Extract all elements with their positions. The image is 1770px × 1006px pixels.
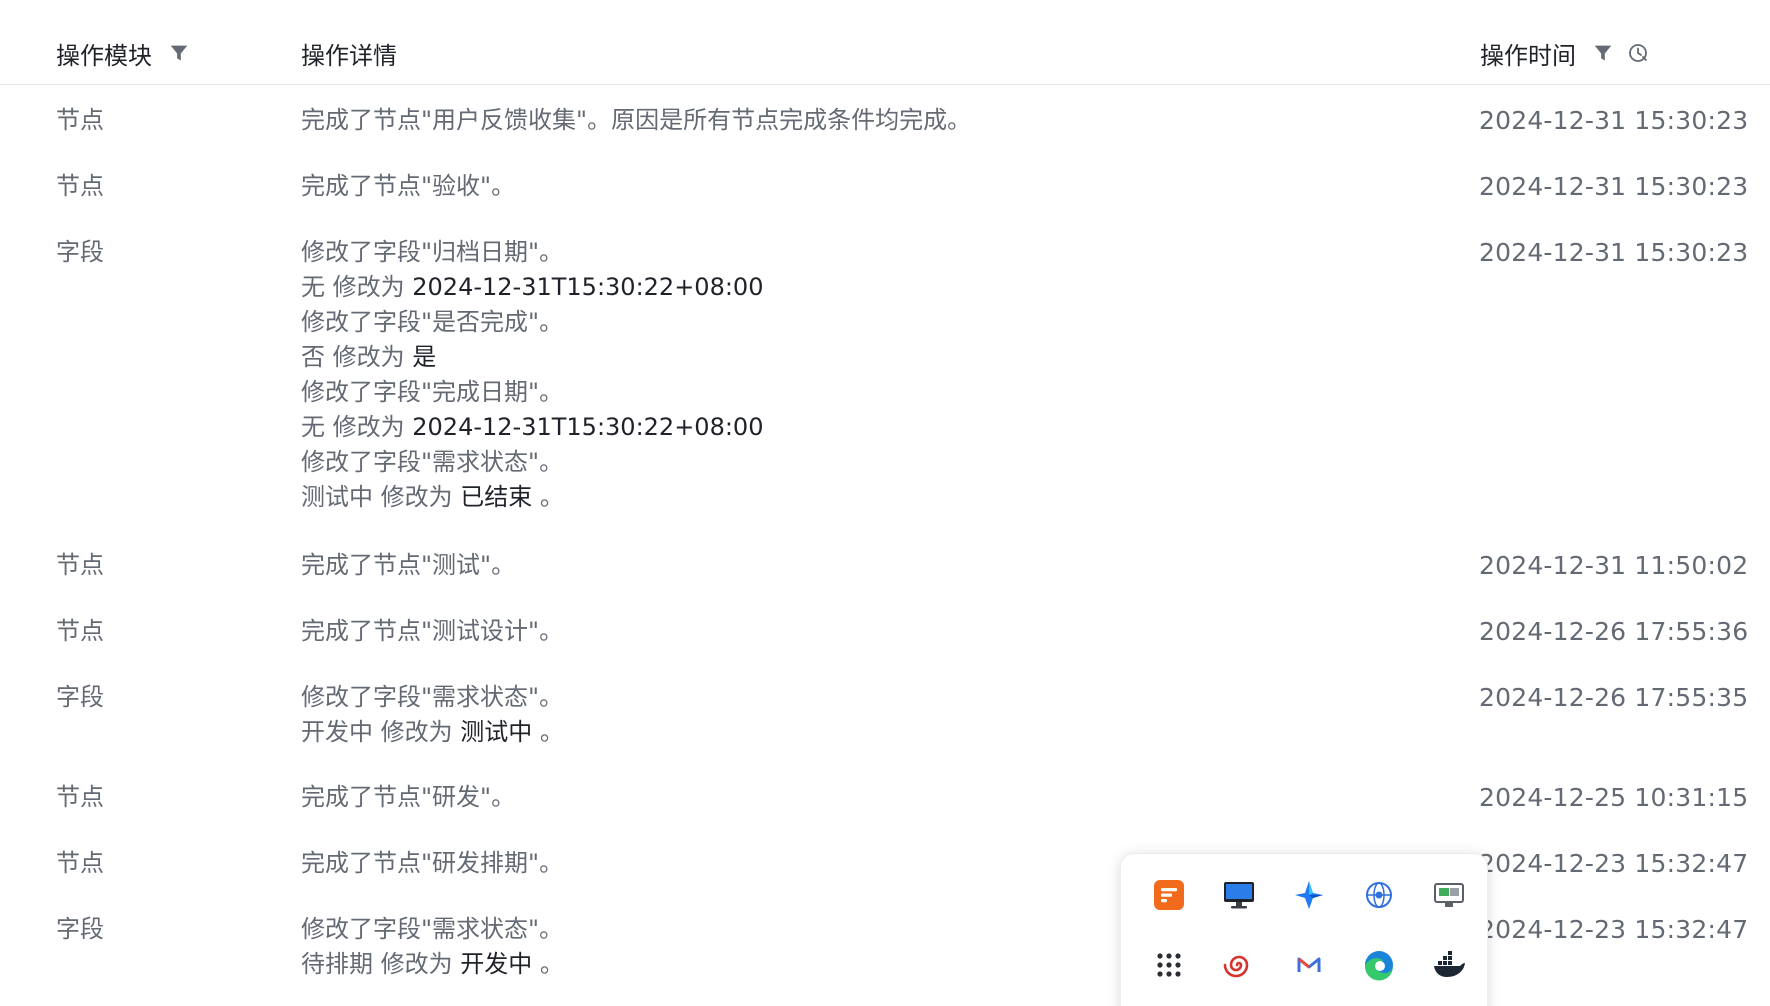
detail-line: 完成了节点"验收"。: [301, 172, 516, 200]
detail-line: 否 修改为 是: [301, 340, 763, 375]
change-to-value: 已结束: [460, 483, 533, 511]
network-globe-app-icon[interactable]: [1359, 875, 1399, 915]
monitor-app-icon[interactable]: [1219, 875, 1259, 915]
change-from-label: 否 修改为: [301, 343, 413, 371]
column-header-time-label: 操作时间: [1480, 41, 1576, 70]
column-header-module-label: 操作模块: [56, 41, 152, 70]
edge-browser-icon[interactable]: [1359, 945, 1399, 985]
blue-star-app-icon[interactable]: [1289, 875, 1329, 915]
cell-detail: 完成了节点"研发"。: [301, 780, 515, 815]
change-from-label: 测试中 修改为: [301, 483, 461, 511]
cell-time: 2024-12-26 17:55:36: [1479, 617, 1749, 646]
cell-time: 2024-12-31 15:30:23: [1479, 106, 1749, 135]
detail-line: 完成了节点"测试设计"。: [301, 617, 564, 645]
cell-time: 2024-12-23 15:32:47: [1479, 849, 1749, 878]
cell-module: 字段: [56, 683, 104, 711]
detail-line: 修改了字段"需求状态"。: [301, 683, 564, 711]
detail-line: 修改了字段"是否完成"。: [301, 308, 564, 336]
docker-icon[interactable]: [1429, 945, 1469, 985]
cell-module: 节点: [56, 551, 104, 579]
detail-line: 完成了节点"测试"。: [301, 551, 516, 579]
cell-module: 节点: [56, 172, 104, 200]
detail-line: 完成了节点"研发"。: [301, 783, 516, 811]
detail-line: 无 修改为 2024-12-31T15:30:22+08:00: [301, 270, 763, 305]
detail-line: 无 修改为 2024-12-31T15:30:22+08:00: [301, 410, 763, 445]
change-to-value: 是: [412, 343, 437, 371]
column-header-detail: 操作详情: [301, 38, 397, 70]
cell-time: 2024-12-31 15:30:23: [1479, 172, 1749, 201]
table-header: 操作模块 操作详情 操作时间: [0, 0, 1770, 85]
mail-app-icon[interactable]: [1289, 945, 1329, 985]
cell-module: 节点: [56, 783, 104, 811]
cell-time: 2024-12-31 11:50:02: [1479, 551, 1749, 580]
cell-time: 2024-12-31 15:30:23: [1479, 238, 1749, 267]
change-from-label: 无 修改为: [301, 413, 413, 441]
change-suffix: 。: [532, 718, 564, 746]
cell-module: 字段: [56, 238, 104, 266]
cell-detail: 完成了节点"用户反馈收集"。原因是所有节点完成条件均完成。: [301, 103, 971, 138]
orange-doc-app-icon[interactable]: [1149, 875, 1189, 915]
column-header-detail-label: 操作详情: [301, 41, 397, 70]
change-to-value: 2024-12-31T15:30:22+08:00: [412, 273, 764, 301]
cell-module: 节点: [56, 617, 104, 645]
change-suffix: 。: [532, 483, 564, 511]
detail-line: 完成了节点"用户反馈收集"。原因是所有节点完成条件均完成。: [301, 106, 972, 134]
change-to-value: 开发中: [460, 950, 533, 978]
detail-line: 修改了字段"需求状态"。: [301, 448, 564, 476]
cell-module: 节点: [56, 106, 104, 134]
column-header-module: 操作模块: [56, 38, 190, 70]
detail-line: 开发中 修改为 测试中 。: [301, 715, 564, 750]
detail-line: 测试中 修改为 已结束 。: [301, 480, 763, 515]
cell-time: 2024-12-25 10:31:15: [1479, 783, 1749, 812]
cell-detail: 修改了字段"需求状态"。 待排期 修改为 开发中 。: [301, 912, 564, 982]
change-to-value: 测试中: [460, 718, 533, 746]
change-from-label: 无 修改为: [301, 273, 413, 301]
operation-log-page: 操作模块 操作详情 操作时间 节点 完成了节点"用户反馈收集"。原因是所有节点完成…: [0, 0, 1770, 1006]
change-to-value: 2024-12-31T15:30:22+08:00: [412, 413, 764, 441]
cell-detail: 修改了字段"归档日期"。无 修改为 2024-12-31T15:30:22+08…: [301, 235, 763, 515]
clock-sort-icon[interactable]: [1626, 41, 1650, 65]
cell-detail: 完成了节点"测试"。: [301, 548, 515, 583]
cell-detail: 完成了节点"研发排期"。: [301, 846, 563, 881]
detail-line: 修改了字段"完成日期"。: [301, 378, 564, 406]
app-dock: [1120, 853, 1488, 1006]
app-grid-icon[interactable]: [1149, 945, 1189, 985]
cell-module: 节点: [56, 849, 104, 877]
filter-icon[interactable]: [1592, 42, 1614, 64]
column-header-time: 操作时间: [1480, 38, 1650, 70]
cell-detail: 修改了字段"需求状态"。 开发中 修改为 测试中 。: [301, 680, 564, 750]
change-from-label: 待排期 修改为: [301, 950, 461, 978]
red-spiral-app-icon[interactable]: [1219, 945, 1259, 985]
change-suffix: 。: [532, 950, 564, 978]
detail-line: 完成了节点"研发排期"。: [301, 849, 564, 877]
cell-detail: 完成了节点"测试设计"。: [301, 614, 563, 649]
cell-module: 字段: [56, 915, 104, 943]
filter-icon[interactable]: [168, 42, 190, 64]
remote-desktop-app-icon[interactable]: [1429, 875, 1469, 915]
cell-detail: 完成了节点"验收"。: [301, 169, 515, 204]
detail-line: 待排期 修改为 开发中 。: [301, 947, 564, 982]
change-from-label: 开发中 修改为: [301, 718, 461, 746]
cell-time: 2024-12-26 17:55:35: [1479, 683, 1749, 712]
detail-line: 修改了字段"归档日期"。: [301, 238, 564, 266]
detail-line: 修改了字段"需求状态"。: [301, 915, 564, 943]
cell-time: 2024-12-23 15:32:47: [1479, 915, 1749, 944]
